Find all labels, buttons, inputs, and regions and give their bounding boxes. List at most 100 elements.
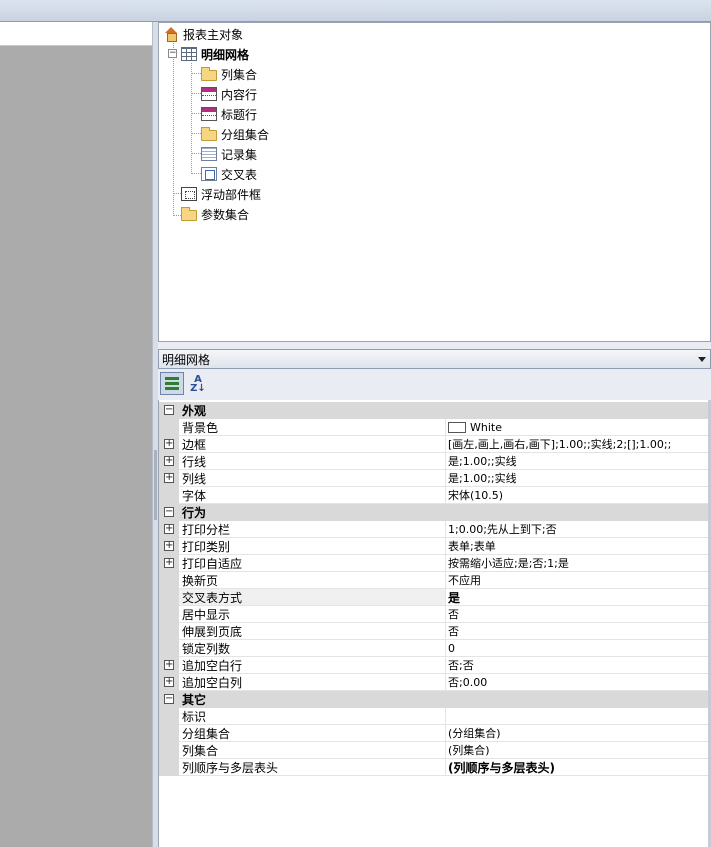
expand-icon[interactable]: + (164, 677, 174, 687)
canvas-header-strip (0, 22, 152, 46)
splitter-grip[interactable] (154, 450, 157, 520)
tree-node-groups[interactable]: 分组集合 (201, 125, 269, 143)
category-behavior[interactable]: − 行为 (159, 504, 711, 521)
tree-line (173, 43, 174, 216)
tree-node-label: 记录集 (221, 147, 258, 162)
property-name: 行线 (179, 453, 446, 470)
property-value[interactable]: 1;0.00;先从上到下;否 (446, 521, 711, 538)
tree-line (191, 73, 201, 74)
property-row[interactable]: 列集合 (列集合) (159, 742, 711, 759)
tree-node-label: 明细网格 (201, 47, 250, 62)
property-value[interactable]: 按需缩小适应;是;否;1;是 (446, 555, 711, 572)
property-value[interactable]: [画左,画上,画右,画下];1.00;;实线;2;[];1.00;; (446, 436, 711, 453)
property-row[interactable]: + 行线 是;1.00;;实线 (159, 453, 711, 470)
property-value[interactable]: (列顺序与多层表头) (446, 759, 711, 776)
sort-az-icon: A Z↓ (190, 373, 206, 394)
collapse-icon[interactable]: − (164, 507, 174, 517)
object-selector-dropdown[interactable]: 明细网格 (158, 349, 711, 369)
property-value[interactable]: 否 (446, 623, 711, 640)
categorized-view-button[interactable] (160, 372, 184, 395)
design-canvas-area[interactable] (0, 22, 152, 847)
property-value[interactable]: 0 (446, 640, 711, 657)
tree-line (191, 133, 201, 134)
property-value[interactable] (446, 708, 711, 725)
property-value[interactable]: White (446, 419, 711, 436)
object-selector-value: 明细网格 (162, 352, 211, 367)
category-other[interactable]: − 其它 (159, 691, 711, 708)
property-row[interactable]: 伸展到页底 否 (159, 623, 711, 640)
collapse-icon[interactable]: − (164, 405, 174, 415)
object-tree[interactable]: 报表主对象 − 明细网格 列集合 内容行 标题行 分组集合 记录集 交叉表 浮动… (158, 22, 711, 342)
expand-icon[interactable]: + (164, 660, 174, 670)
home-icon (163, 27, 179, 42)
tree-node-root[interactable]: 报表主对象 (163, 25, 243, 43)
tree-line (191, 63, 192, 174)
expand-icon[interactable]: + (164, 456, 174, 466)
property-row[interactable]: + 打印分栏 1;0.00;先从上到下;否 (159, 521, 711, 538)
category-appearance[interactable]: − 外观 (159, 402, 711, 419)
property-value[interactable]: 不应用 (446, 572, 711, 589)
collapse-icon[interactable]: − (164, 694, 174, 704)
property-row[interactable]: 换新页 不应用 (159, 572, 711, 589)
alphabetical-view-button[interactable]: A Z↓ (186, 372, 210, 395)
tree-node-label: 交叉表 (221, 167, 258, 182)
row-icon (201, 87, 217, 101)
tree-node-content-row[interactable]: 内容行 (201, 85, 257, 103)
tree-node-label: 报表主对象 (183, 27, 244, 42)
property-row[interactable]: 字体 宋体(10.5) (159, 487, 711, 504)
expand-icon[interactable]: + (164, 473, 174, 483)
property-value[interactable]: 是;1.00;;实线 (446, 470, 711, 487)
property-toolbar: A Z↓ (158, 370, 711, 398)
property-row[interactable]: + 打印类别 表单;表单 (159, 538, 711, 555)
property-name: 列顺序与多层表头 (179, 759, 446, 776)
property-row[interactable]: 分组集合 (分组集合) (159, 725, 711, 742)
tree-node-detail-grid[interactable]: 明细网格 (181, 45, 249, 63)
property-row[interactable]: 标识 (159, 708, 711, 725)
property-row[interactable]: 锁定列数 0 (159, 640, 711, 657)
property-row[interactable]: 居中显示 否 (159, 606, 711, 623)
tree-node-floating-frame[interactable]: 浮动部件框 (181, 185, 261, 203)
property-name: 打印类别 (179, 538, 446, 555)
property-name: 追加空白列 (179, 674, 446, 691)
tree-node-crosstab[interactable]: 交叉表 (201, 165, 257, 183)
expand-icon[interactable]: + (164, 541, 174, 551)
tree-line (191, 153, 201, 154)
expand-icon[interactable]: + (164, 524, 174, 534)
tree-node-title-row[interactable]: 标题行 (201, 105, 257, 123)
expand-icon[interactable]: + (164, 558, 174, 568)
property-value[interactable]: 否;否 (446, 657, 711, 674)
tree-node-params[interactable]: 参数集合 (181, 205, 249, 223)
crosstab-icon (201, 167, 217, 181)
property-value[interactable]: 否;0.00 (446, 674, 711, 691)
property-grid[interactable]: − 外观 背景色 White + 边框 [画左,画上,画右,画下];1.00;;… (158, 400, 711, 847)
tree-node-recordset[interactable]: 记录集 (201, 145, 257, 163)
property-row[interactable]: 背景色 White (159, 419, 711, 436)
collapse-icon[interactable]: − (168, 49, 177, 58)
property-row[interactable]: 列顺序与多层表头 (列顺序与多层表头) (159, 759, 711, 776)
expand-icon[interactable]: + (164, 439, 174, 449)
property-row[interactable]: + 打印自适应 按需缩小适应;是;否;1;是 (159, 555, 711, 572)
chevron-down-icon[interactable] (698, 357, 706, 362)
property-row[interactable]: + 追加空白行 否;否 (159, 657, 711, 674)
property-name: 列线 (179, 470, 446, 487)
property-row-selected[interactable]: 交叉表方式 是 (159, 589, 711, 606)
property-value[interactable]: 宋体(10.5) (446, 487, 711, 504)
property-value[interactable]: 否 (446, 606, 711, 623)
property-value[interactable]: 是 (446, 589, 711, 606)
property-name: 边框 (179, 436, 446, 453)
property-name: 背景色 (179, 419, 446, 436)
property-name: 交叉表方式 (179, 589, 446, 606)
property-row[interactable]: + 列线 是;1.00;;实线 (159, 470, 711, 487)
category-label: 其它 (179, 691, 711, 708)
property-value[interactable]: (分组集合) (446, 725, 711, 742)
property-value[interactable]: 表单;表单 (446, 538, 711, 555)
property-row[interactable]: + 边框 [画左,画上,画右,画下];1.00;;实线;2;[];1.00;; (159, 436, 711, 453)
property-value[interactable]: (列集合) (446, 742, 711, 759)
category-label: 外观 (179, 402, 711, 419)
property-row[interactable]: + 追加空白列 否;0.00 (159, 674, 711, 691)
tree-node-label: 列集合 (221, 67, 258, 82)
property-name: 伸展到页底 (179, 623, 446, 640)
property-value[interactable]: 是;1.00;;实线 (446, 453, 711, 470)
property-name: 打印分栏 (179, 521, 446, 538)
tree-node-columns[interactable]: 列集合 (201, 65, 257, 83)
